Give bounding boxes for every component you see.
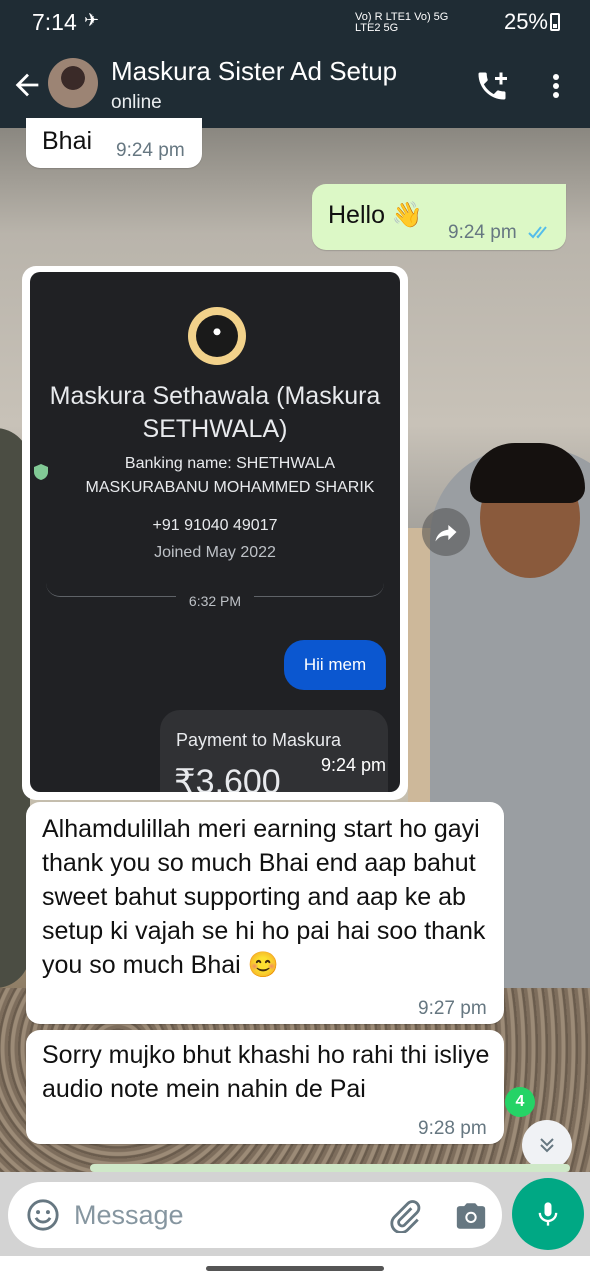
payment-label: Payment to Maskura <box>176 730 342 750</box>
message-time: 9:24 pm <box>116 140 185 161</box>
double-check-icon <box>528 226 547 239</box>
status-bar: 7:14 ✈ Vo) R LTE1 Vo) 5G LTE2 5G 25% <box>0 0 590 46</box>
system-nav-bar <box>0 1256 590 1280</box>
message-bubble-incoming[interactable]: Sorry mujko bhut khashi ho rahi thi isli… <box>26 1030 504 1144</box>
message-bubble-outgoing[interactable]: Hello 👋 9:24 pm <box>312 184 566 250</box>
network-indicators: Vo) R LTE1 Vo) 5G LTE2 5G <box>355 11 449 34</box>
wallpaper-person-hair <box>470 443 585 503</box>
scroll-to-bottom-button[interactable] <box>522 1120 572 1170</box>
avatar[interactable] <box>48 58 98 108</box>
contact-name: Maskura Sethawala (Maskura SETHWALA) <box>49 382 381 443</box>
message-time: 9:27 pm <box>418 998 487 1019</box>
mic-icon <box>538 1202 558 1226</box>
message-time: 9:28 pm <box>418 1118 487 1139</box>
add-call-icon[interactable] <box>474 68 510 104</box>
voice-record-button[interactable] <box>512 1178 584 1250</box>
sent-chat-message: Hii mem <box>284 640 386 690</box>
emoji-icon[interactable] <box>26 1198 60 1232</box>
unread-count-badge: 4 <box>505 1087 535 1117</box>
chat-status: online <box>111 92 162 113</box>
status-time: 7:14 <box>32 9 77 35</box>
message-bubble-incoming[interactable]: Alhamdulillah meri earning start ho gayi… <box>26 802 504 1024</box>
camera-icon[interactable] <box>454 1199 488 1233</box>
payment-amount: ₹3,600 <box>174 763 281 792</box>
forward-button[interactable] <box>422 508 470 556</box>
more-vert-icon[interactable] <box>544 68 568 104</box>
chevron-double-down-icon <box>540 1138 554 1153</box>
battery-percent: 25% <box>503 9 548 34</box>
divider-time: 6:32 PM <box>188 593 242 609</box>
contact-avatar <box>188 307 246 365</box>
image-message[interactable]: Maskura Sethawala (Maskura SETHWALA) Ban… <box>22 266 408 800</box>
message-input[interactable] <box>74 1182 354 1248</box>
verified-shield-icon <box>34 464 48 480</box>
attach-icon[interactable] <box>388 1199 422 1233</box>
forward-icon <box>435 525 457 542</box>
notification-icons: ✈ <box>84 10 104 30</box>
banking-name: Banking name: SHETHWALA MASKURABANU MOHA… <box>85 455 375 496</box>
message-text: Bhai <box>42 127 93 155</box>
chat-header: Maskura Sister Ad Setup online <box>0 46 590 128</box>
message-text: Sorry mujko bhut khashi ho rahi thi isli… <box>42 1041 490 1103</box>
chat-title[interactable]: Maskura Sister Ad Setup <box>111 56 397 87</box>
input-progress-line <box>90 1164 570 1172</box>
message-text: Alhamdulillah meri earning start ho gayi… <box>42 815 486 979</box>
message-time: 9:24 pm <box>448 222 517 243</box>
home-gesture-pill[interactable] <box>206 1266 384 1271</box>
message-composer <box>8 1182 502 1248</box>
message-time: 9:24 pm <box>320 755 386 775</box>
contact-joined: Joined May 2022 <box>154 544 276 561</box>
contact-phone: +91 91040 49017 <box>152 517 278 534</box>
shared-screenshot[interactable]: Maskura Sethawala (Maskura SETHWALA) Ban… <box>30 272 400 792</box>
message-bubble-incoming[interactable]: Bhai 9:24 pm <box>26 118 202 168</box>
back-arrow-icon[interactable] <box>10 68 44 102</box>
battery-icon <box>550 13 560 31</box>
payment-card: Payment to Maskura ₹3,600 <box>160 710 388 792</box>
message-text: Hello 👋 <box>328 201 424 229</box>
